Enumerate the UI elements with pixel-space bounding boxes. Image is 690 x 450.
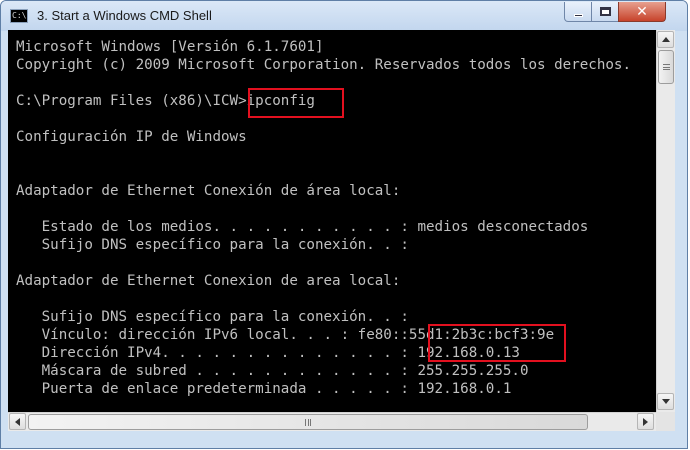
maximize-icon: [599, 7, 611, 16]
console-line: Adaptador de Ethernet Conexion de area l…: [16, 273, 401, 289]
close-button[interactable]: ✕: [618, 2, 666, 22]
scroll-down-button[interactable]: [657, 393, 674, 410]
horizontal-scroll-thumb[interactable]: [28, 414, 588, 430]
console-line: Copyright (c) 2009 Microsoft Corporation…: [16, 57, 631, 73]
console-line: Microsoft Windows [Versión 6.1.7601]: [16, 39, 324, 55]
vertical-scrollbar[interactable]: [656, 30, 675, 412]
arrow-right-icon: [643, 417, 648, 426]
scroll-right-button[interactable]: [637, 413, 654, 430]
console-line: Estado de los medios. . . . . . . . . . …: [16, 219, 589, 235]
grip-icon: [662, 64, 670, 70]
vertical-scroll-thumb[interactable]: [658, 50, 674, 84]
maximize-button[interactable]: [591, 2, 619, 22]
console-line: Sufijo DNS específico para la conexión. …: [16, 237, 409, 253]
console-line: Máscara de subred . . . . . . . . . . . …: [16, 363, 529, 379]
minimize-button[interactable]: [564, 2, 592, 22]
scroll-up-button[interactable]: [657, 31, 674, 48]
grip-icon: [305, 418, 311, 426]
scrollbar-corner: [656, 412, 675, 431]
console-line: Puerta de enlace predeterminada . . . . …: [16, 381, 512, 397]
minimize-icon: [573, 13, 583, 17]
title-bar[interactable]: C:\ 3. Start a Windows CMD Shell ✕: [1, 1, 687, 31]
ipv4-highlight: [428, 324, 566, 362]
arrow-up-icon: [661, 37, 670, 42]
console-line: Sufijo DNS específico para la conexión. …: [16, 309, 409, 325]
arrow-down-icon: [661, 399, 670, 404]
window-title: 3. Start a Windows CMD Shell: [37, 8, 212, 23]
cmd-icon[interactable]: C:\: [10, 9, 28, 23]
arrow-left-icon: [15, 417, 20, 426]
console-line: Adaptador de Ethernet Conexión de área l…: [16, 183, 401, 199]
horizontal-scrollbar[interactable]: [8, 412, 656, 431]
console-line: Configuración IP de Windows: [16, 129, 247, 145]
ipconfig-highlight: [248, 88, 344, 118]
scroll-left-button[interactable]: [9, 413, 26, 430]
close-icon: ✕: [636, 3, 648, 20]
